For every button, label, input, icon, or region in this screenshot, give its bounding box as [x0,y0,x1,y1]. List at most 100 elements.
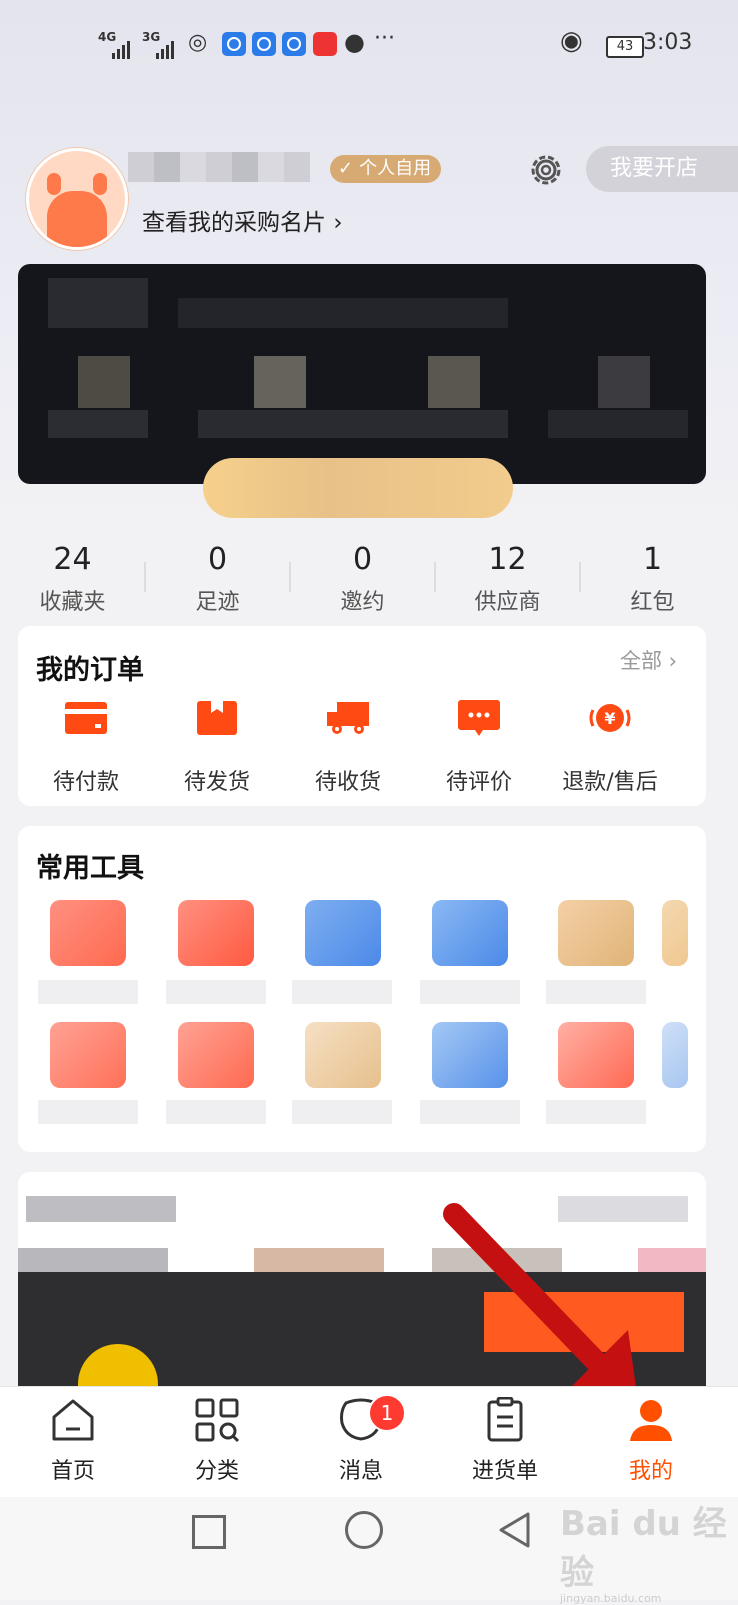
tab-home[interactable]: 首页 [0,1397,146,1485]
watermark-url: jingyan.baidu.com [560,1592,662,1605]
tool-tile-redacted[interactable] [662,1022,688,1088]
watermark-brand: Bai du 经验 [560,1504,727,1593]
stat-label: 足迹 [195,590,240,615]
promo-notification-icon [313,32,337,56]
member-banner-redacted[interactable] [18,264,706,484]
card-icon [65,702,107,734]
tool-tile-redacted[interactable] [558,900,634,966]
battery-icon: 43 [606,36,644,58]
order-pending-payment[interactable]: 待付款 [21,700,151,796]
order-label: 退款/售后 [562,770,658,795]
signal-icon [112,34,132,59]
home-button[interactable] [345,1511,383,1549]
stat-label: 邀约 [340,590,385,615]
tool-label-redacted [38,980,138,1004]
user-icon [630,1400,672,1441]
tool-tile-redacted[interactable] [178,900,254,966]
stat-suppliers[interactable]: 12 供应商 [435,540,580,616]
tool-tile-redacted[interactable] [558,1022,634,1088]
tab-me[interactable]: 我的 [578,1397,724,1485]
status-bar: 4G 3G ◎ ● ··· ◉ 43 3:03 [0,24,738,64]
stat-label: 红包 [630,590,675,615]
orders-all-link[interactable]: 全部 › [620,645,677,675]
tab-label: 分类 [194,1459,239,1484]
message-count-badge: 1 [368,1394,406,1432]
box-icon [197,701,237,735]
order-label: 待发货 [183,770,250,795]
tab-label: 首页 [50,1459,95,1484]
tool-label-redacted [420,980,520,1004]
tool-tile-redacted[interactable] [50,900,126,966]
category-icon [195,1398,240,1443]
tool-label-redacted [166,1100,266,1124]
stat-red-packets[interactable]: 1 红包 [580,540,725,616]
clipboard-icon [487,1396,523,1442]
orders-all-label: 全部 [620,649,662,673]
truck-icon [327,702,369,734]
tool-tile-redacted[interactable] [305,1022,381,1088]
signal-icon-2 [156,34,176,59]
chevron-right-icon: › [662,649,678,673]
avatar-figure [47,191,107,247]
recent-apps-button[interactable] [192,1515,226,1549]
banner-cta-redacted[interactable] [203,458,513,518]
stat-value: 1 [642,542,663,577]
tool-tile-redacted[interactable] [662,900,688,966]
avatar[interactable] [26,148,128,250]
stat-label: 收藏夹 [39,590,106,615]
order-to-ship[interactable]: 待发货 [152,700,282,796]
order-to-review[interactable]: 待评价 [414,700,544,796]
avatar-ear [47,173,61,195]
stat-label: 供应商 [474,590,541,615]
comment-icon [458,700,500,736]
stat-value: 24 [53,542,92,577]
orders-title: 我的订单 [36,655,144,686]
tool-tile-redacted[interactable] [178,1022,254,1088]
tool-tile-redacted[interactable] [50,1022,126,1088]
account-type-badge: ✓ 个人自用 [330,155,442,183]
tool-tile-redacted[interactable] [432,900,508,966]
tab-messages[interactable]: 消息 [288,1397,434,1485]
tool-tile-redacted[interactable] [432,1022,508,1088]
open-store-button[interactable]: 我要开店 [586,146,738,192]
stat-value: 12 [488,542,527,577]
tool-label-redacted [166,980,266,1004]
tab-label: 我的 [628,1459,673,1484]
stats-row: 24 收藏夹 0 足迹 0 邀约 12 供应商 1 红包 [0,540,723,620]
check-icon: ✓ [338,158,354,179]
badge-label: 个人自用 [359,158,432,179]
tab-label: 消息 [338,1459,383,1484]
order-label: 待评价 [445,770,512,795]
stat-favorites[interactable]: 24 收藏夹 [0,540,145,616]
app-notification-icon [282,32,306,56]
avatar-ear [93,173,107,195]
tool-label-redacted [292,980,392,1004]
tab-category[interactable]: 分类 [144,1397,290,1485]
chevron-right-icon: › [333,210,343,236]
order-label: 待收货 [314,770,381,795]
stat-footprints[interactable]: 0 足迹 [145,540,290,616]
user-name-redacted [128,152,310,182]
hotspot-icon: ◎ [188,30,208,55]
tools-title: 常用工具 [36,853,144,884]
stat-value: 0 [207,542,228,577]
gear-icon[interactable] [528,152,564,188]
purchase-card-link[interactable]: 查看我的采购名片 › [142,203,343,237]
tab-label: 进货单 [471,1459,538,1484]
tool-label-redacted [546,980,646,1004]
tool-label-redacted [292,1100,392,1124]
stat-invitations[interactable]: 0 邀约 [290,540,435,616]
order-refund[interactable]: ¥ 退款/售后 [545,700,675,796]
purchase-card-label: 查看我的采购名片 [142,210,326,236]
svg-text:¥: ¥ [604,709,615,728]
more-notifications-icon: ··· [374,26,395,51]
back-button[interactable] [498,1511,532,1549]
order-label: 待付款 [52,770,119,795]
tool-label-redacted [546,1100,646,1124]
tool-tile-redacted[interactable] [305,900,381,966]
tab-purchase-list[interactable]: 进货单 [432,1396,578,1485]
refund-icon: ¥ [589,704,631,732]
qq-icon: ● [344,28,365,56]
order-to-receive[interactable]: 待收货 [283,700,413,796]
eye-icon: ◉ [560,26,583,56]
